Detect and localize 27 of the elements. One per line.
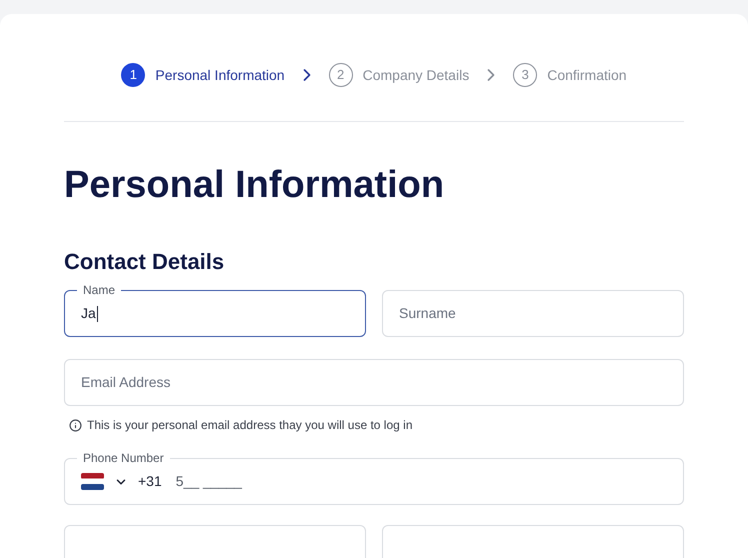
field-placeholder: Surname xyxy=(399,304,456,323)
step-number: 1 xyxy=(121,63,146,87)
field-placeholder: Email Address xyxy=(81,373,170,392)
step[interactable]: 2 Company Details xyxy=(328,63,470,87)
step-label: Confirmation xyxy=(547,66,627,84)
input-field[interactable]: Surname xyxy=(382,290,684,337)
field-value: 5__ _____ xyxy=(176,472,242,491)
input-field[interactable] xyxy=(64,525,366,558)
country-code: +31 xyxy=(138,472,162,491)
field-value: Ja xyxy=(81,304,96,323)
hint-text: This is your personal email address thay you will use to log in xyxy=(87,417,412,434)
input-field[interactable]: Email Address xyxy=(64,359,684,406)
field-label: Phone Number xyxy=(82,450,165,466)
step[interactable]: 1 Personal Information xyxy=(121,63,285,87)
text-cursor xyxy=(96,306,98,322)
section-heading: Contact Details xyxy=(64,248,226,276)
step-number: 3 xyxy=(513,63,538,87)
field-label: Name xyxy=(82,282,116,298)
flag-icon xyxy=(81,473,104,490)
info-icon xyxy=(69,418,82,432)
input-field[interactable] xyxy=(382,525,684,558)
step-label: Personal Information xyxy=(155,66,285,84)
step-number: 2 xyxy=(328,63,353,87)
phone-field[interactable]: Phone Number +31 5__ _____ xyxy=(64,450,684,505)
step-label: Company Details xyxy=(362,66,470,85)
step[interactable]: 3 Confirmation xyxy=(513,63,627,87)
page-heading: Personal Information xyxy=(64,163,446,208)
